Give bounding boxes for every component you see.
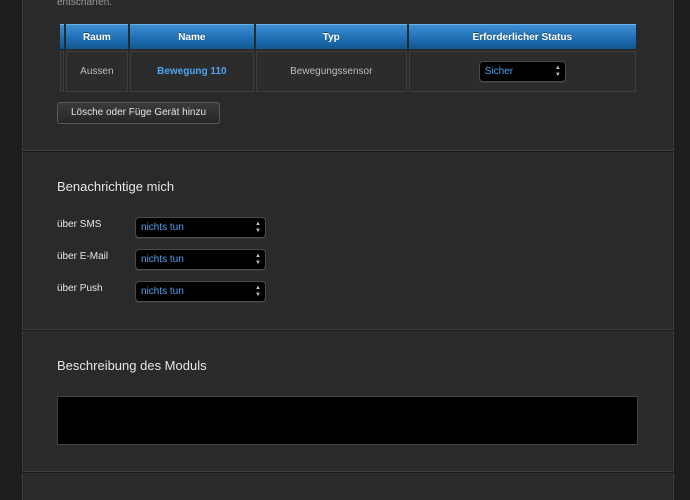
section-divider <box>22 150 674 152</box>
notify-sms-select[interactable]: nichts tun ▲ ▼ <box>135 217 266 238</box>
status-select-value: Sicher <box>484 66 514 77</box>
up-down-arrows-icon: ▲ ▼ <box>255 221 261 234</box>
notify-sms-value: nichts tun <box>141 222 184 233</box>
column-header-status[interactable]: Erforderlicher Status <box>408 24 636 49</box>
notify-email-value: nichts tun <box>141 254 184 265</box>
cell-name-link[interactable]: Bewegung 110 <box>129 51 254 92</box>
section-divider <box>22 329 674 331</box>
column-header-typ[interactable]: Typ <box>255 24 407 49</box>
notify-push-value: nichts tun <box>141 286 184 297</box>
description-heading: Beschreibung des Moduls <box>57 358 207 373</box>
device-table: Raum Name Typ Erforderlicher Status Auss… <box>58 22 638 94</box>
notify-email-select[interactable]: nichts tun ▲ ▼ <box>135 249 266 270</box>
up-down-arrows-icon: ▲ ▼ <box>255 253 261 266</box>
description-textarea[interactable] <box>57 396 638 445</box>
up-down-arrows-icon: ▲ ▼ <box>554 65 561 78</box>
intro-text: entschärfen. <box>57 0 113 8</box>
notify-sms-label: über SMS <box>57 219 102 230</box>
table-row-spacer <box>60 51 65 92</box>
section-divider <box>22 471 674 473</box>
notify-push-select[interactable]: nichts tun ▲ ▼ <box>135 281 266 302</box>
cell-typ: Bewegungssensor <box>255 51 407 92</box>
notify-push-label: über Push <box>57 283 103 294</box>
notify-email-label: über E-Mail <box>57 251 109 262</box>
table-header-row: Raum Name Typ Erforderlicher Status <box>60 24 636 49</box>
cell-raum: Aussen <box>66 51 128 92</box>
table-header-spacer <box>60 24 65 49</box>
status-select[interactable]: Sicher ▲ ▼ <box>478 61 566 82</box>
table-row: Aussen Bewegung 110 Bewegungssensor Sich… <box>60 51 636 92</box>
cell-status: Sicher ▲ ▼ <box>408 51 636 92</box>
column-header-name[interactable]: Name <box>129 24 254 49</box>
manage-devices-button[interactable]: Lösche oder Füge Gerät hinzu <box>57 102 220 124</box>
up-down-arrows-icon: ▲ ▼ <box>255 285 261 298</box>
notify-heading: Benachrichtige mich <box>57 179 175 194</box>
column-header-raum[interactable]: Raum <box>66 24 128 49</box>
